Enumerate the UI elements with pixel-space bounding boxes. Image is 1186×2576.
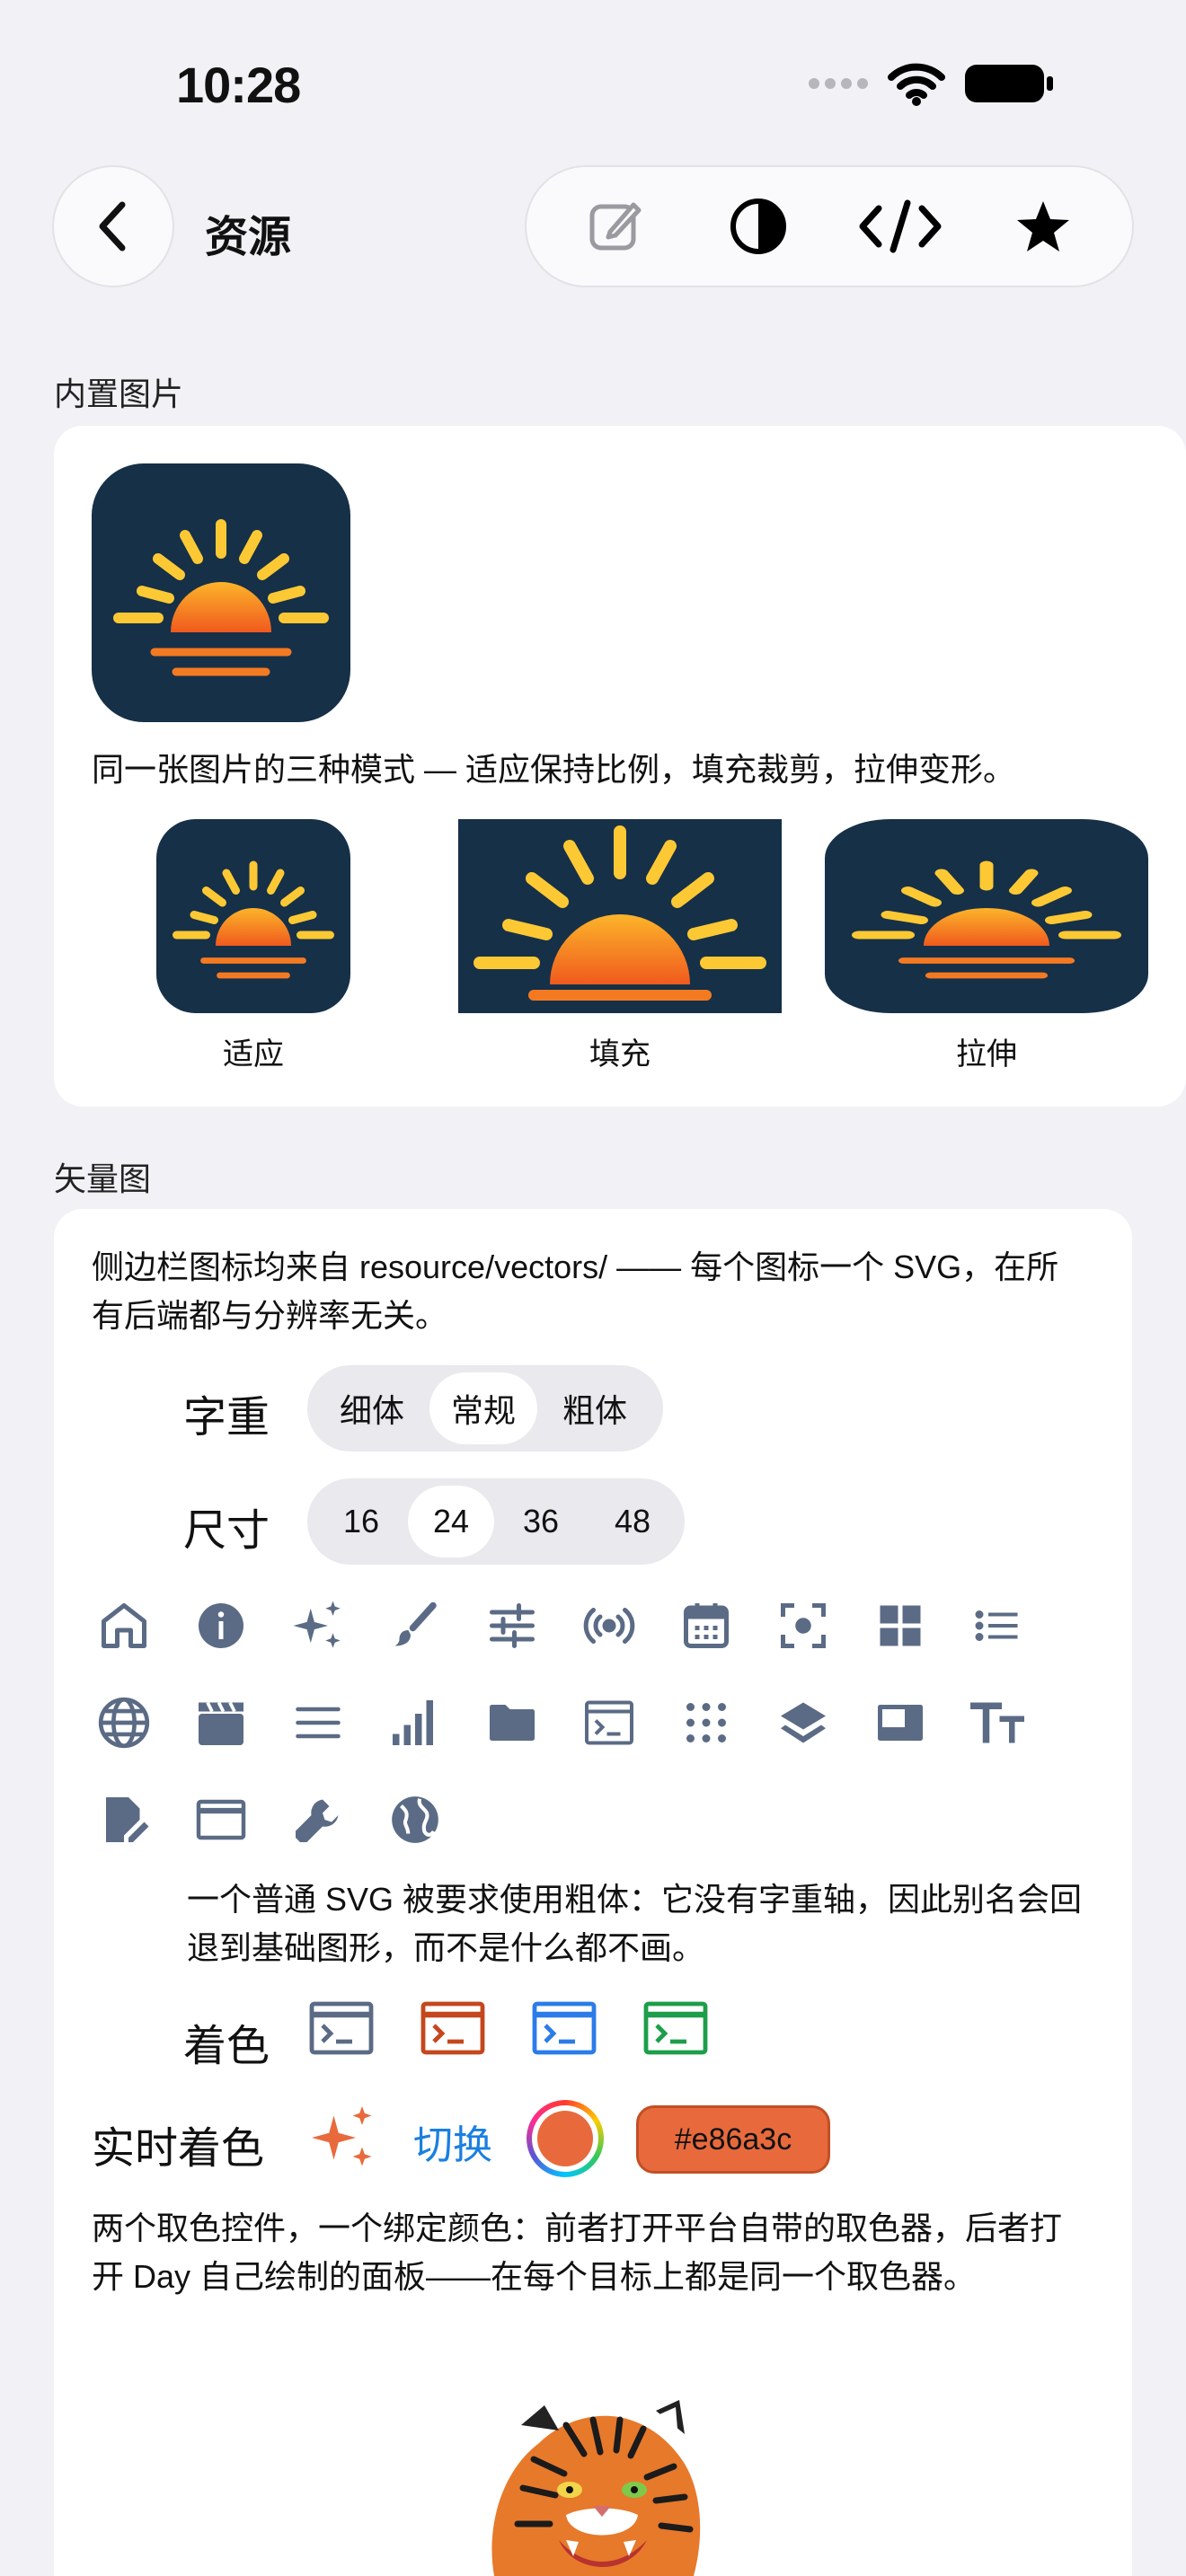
toggle-link[interactable]: 切换: [413, 2113, 492, 2170]
bold-fallback-note: 一个普通 SVG 被要求使用粗体：它没有字重轴，因此别名会回退到基础图形，而不是…: [187, 1881, 1083, 1966]
size-option-48[interactable]: 48: [588, 1486, 677, 1557]
weight-option-bold[interactable]: 粗体: [537, 1372, 652, 1444]
tiger-image: [491, 2400, 701, 2576]
weight-label: 字重: [183, 1394, 270, 1442]
system-color-picker[interactable]: [527, 2100, 604, 2177]
tint-label: 着色: [183, 2023, 270, 2070]
terminal-icon: [561, 1674, 658, 1771]
page-title: 资源: [205, 214, 292, 261]
edit-button[interactable]: [562, 172, 669, 280]
folder-icon: [464, 1674, 561, 1771]
app-logo-image: [92, 463, 350, 722]
battery-icon: [965, 65, 1053, 102]
chevron-left-icon: [99, 201, 126, 251]
image-fill-preview: [458, 819, 782, 1013]
wrench-icon: [270, 1771, 367, 1868]
sliders-icon: [464, 1577, 561, 1674]
mode-label-stretch: 拉伸: [956, 1037, 1017, 1072]
broadcast-icon: [561, 1577, 658, 1674]
section-label-builtin: 内置图片: [54, 375, 184, 412]
terminal-icon: [309, 2001, 374, 2055]
source-code-button[interactable]: [846, 172, 954, 280]
tint-swatches: [309, 2001, 708, 2055]
terminal-icon: [420, 2001, 485, 2055]
image-stretch-preview: [825, 819, 1148, 1013]
size-option-16[interactable]: 16: [314, 1486, 408, 1557]
custom-color-picker-button[interactable]: #e86a3c: [636, 2105, 830, 2174]
focus-icon: [755, 1577, 852, 1674]
terminal-icon: [643, 2001, 708, 2055]
earth-icon: [367, 1771, 464, 1868]
compose-icon: [589, 202, 642, 251]
status-time: 10:28: [176, 57, 301, 113]
home-icon: [75, 1577, 173, 1674]
color-swatch: [537, 2111, 593, 2166]
sparkles-icon: [312, 2106, 372, 2166]
brush-icon: [367, 1577, 464, 1674]
size-segmented-control: 16 24 36 48: [307, 1478, 685, 1565]
weight-option-regular[interactable]: 常规: [429, 1372, 537, 1444]
sparkles-icon: [270, 1577, 367, 1674]
size-option-36[interactable]: 36: [494, 1486, 588, 1557]
wifi-icon: [888, 63, 945, 106]
list-icon: [949, 1577, 1046, 1674]
image-fit-preview: [156, 819, 350, 1013]
text-size-icon: [949, 1674, 1046, 1771]
section-label-vectors: 矢量图: [54, 1160, 152, 1197]
signal-dots-icon: [809, 78, 868, 89]
info-icon: [173, 1577, 270, 1674]
bar-chart-icon: [367, 1674, 464, 1771]
grid-icon: [852, 1577, 949, 1674]
mode-label-fill: 填充: [589, 1037, 651, 1072]
appearance-button[interactable]: [704, 172, 812, 280]
star-icon: [1016, 201, 1069, 251]
status-icons: [809, 61, 1055, 106]
contrast-icon: [730, 198, 786, 254]
calendar-icon: [658, 1577, 755, 1674]
clapperboard-icon: [173, 1674, 270, 1771]
browser-window-icon: [173, 1771, 270, 1868]
code-icon: [859, 199, 942, 253]
dots-grid-icon: [658, 1674, 755, 1771]
layers-icon: [755, 1674, 852, 1771]
weight-option-light[interactable]: 细体: [314, 1372, 429, 1444]
document-edit-icon: [75, 1771, 173, 1868]
vectors-intro: 侧边栏图标均来自 resource/vectors/ —— 每个图标一个 SVG…: [92, 1248, 1059, 1334]
vector-icon-grid: [75, 1577, 1046, 1868]
globe-icon: [75, 1674, 173, 1771]
terminal-icon: [532, 2001, 597, 2055]
color-picker-note: 两个取色控件，一个绑定颜色：前者打开平台自带的取色器，后者打开 Day 自己绘制…: [92, 2210, 1063, 2295]
size-label: 尺寸: [183, 1507, 270, 1555]
mode-label-fit: 适应: [223, 1037, 284, 1072]
live-tint-label: 实时着色: [92, 2125, 265, 2173]
window-icon: [852, 1674, 949, 1771]
back-button[interactable]: [52, 165, 174, 287]
weight-segmented-control: 细体 常规 粗体: [307, 1365, 663, 1451]
builtin-description: 同一张图片的三种模式 — 适应保持比例，填充裁剪，拉伸变形。: [92, 751, 1016, 788]
menu-icon: [270, 1674, 367, 1771]
size-option-24[interactable]: 24: [408, 1486, 494, 1557]
toolbar: [525, 165, 1134, 287]
favorite-button[interactable]: [989, 172, 1097, 280]
